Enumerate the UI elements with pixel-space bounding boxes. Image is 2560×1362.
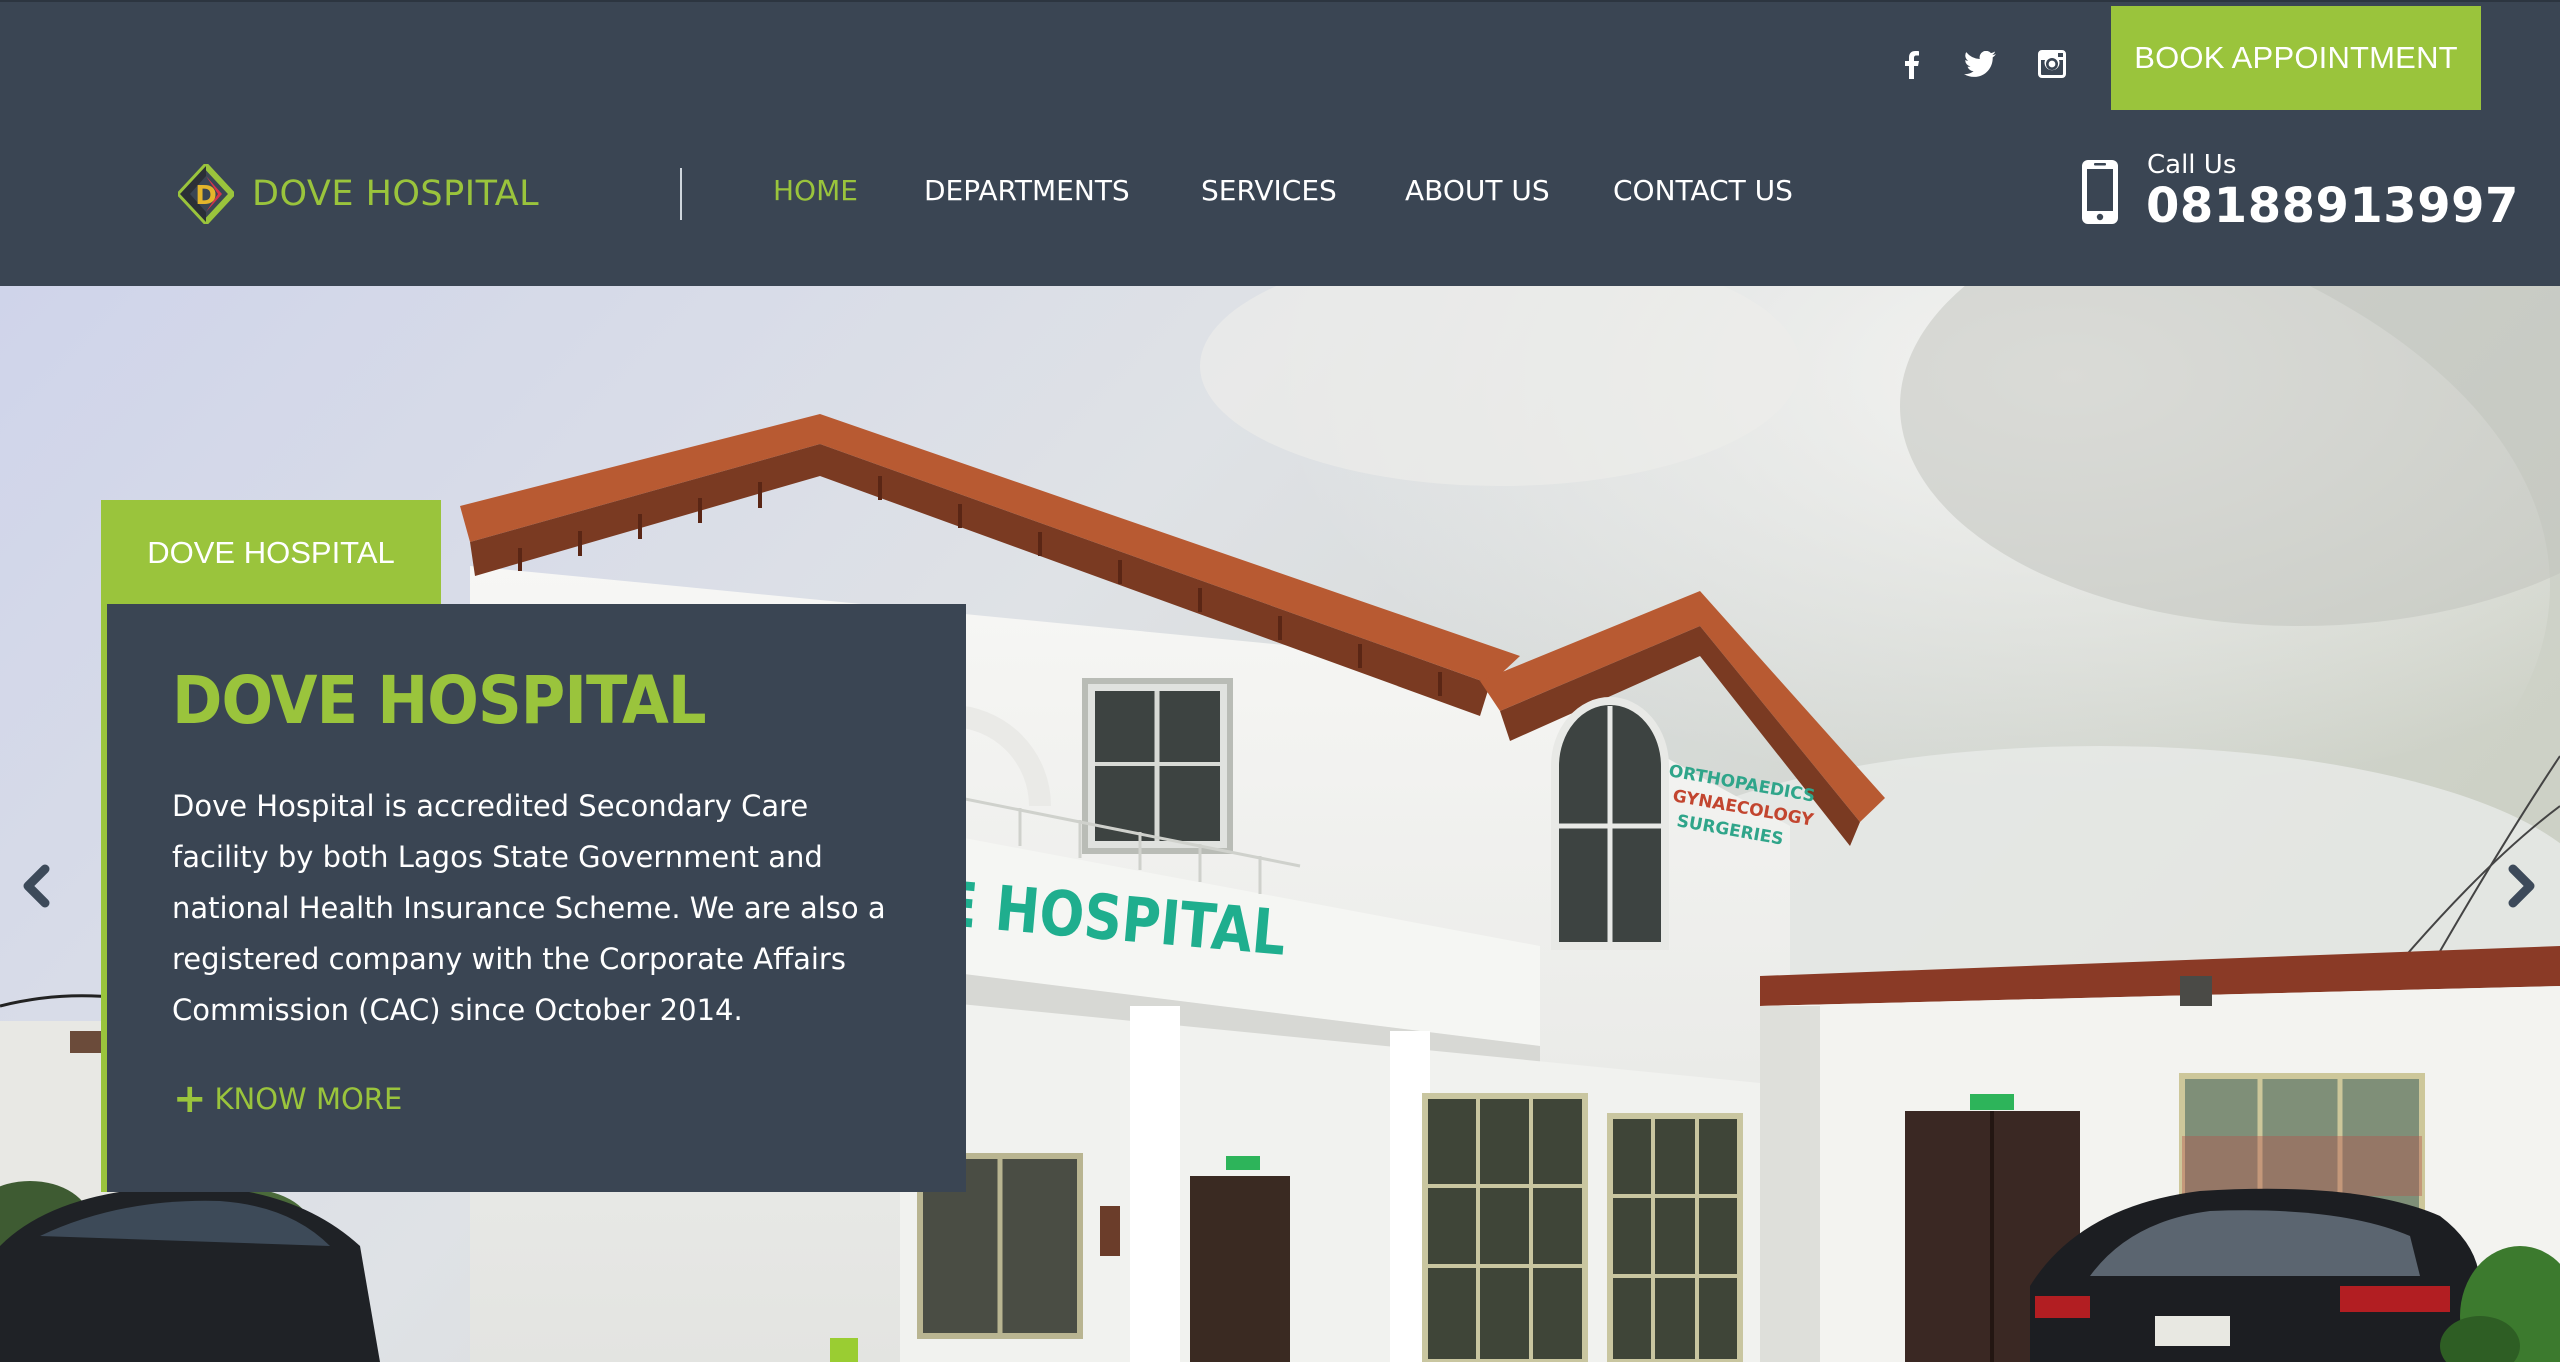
nav-item-about-us[interactable]: ABOUT US (1405, 174, 1550, 207)
site-header: BOOK APPOINTMENT D DOVE HOSPITAL HOME DE… (0, 0, 2560, 286)
slide-title: DOVE HOSPITAL (172, 662, 707, 739)
know-more-link[interactable]: + KNOW MORE (173, 1076, 403, 1122)
instagram-icon[interactable] (2030, 42, 2074, 86)
nav-item-services[interactable]: SERVICES (1201, 174, 1337, 207)
plus-icon: + (173, 1076, 207, 1122)
header-divider (680, 168, 682, 220)
svg-text:D: D (195, 181, 217, 211)
nav-item-home[interactable]: HOME (773, 174, 858, 207)
phone-icon (2082, 160, 2118, 224)
logo[interactable]: D DOVE HOSPITAL (178, 164, 539, 224)
slider-prev-button[interactable] (16, 858, 56, 914)
slide-caption-card: DOVE HOSPITAL Dove Hospital is accredite… (101, 604, 966, 1192)
book-appointment-button[interactable]: BOOK APPOINTMENT (2111, 6, 2481, 110)
call-number[interactable]: 08188913997 (2146, 178, 2519, 234)
know-more-label: KNOW MORE (214, 1082, 403, 1116)
facebook-icon[interactable] (1889, 42, 1933, 86)
dove-logo-icon: D (178, 164, 234, 224)
call-us-label: Call Us (2147, 150, 2237, 180)
brand-name: DOVE HOSPITAL (252, 174, 540, 214)
slide-tag: DOVE HOSPITAL (101, 500, 441, 606)
slider-next-button[interactable] (2502, 858, 2542, 914)
hero-slider: ORTHOPAEDICS GYNAECOLOGY SURGERIES DOVE … (0, 286, 2560, 1362)
slide-description: Dove Hospital is accredited Secondary Ca… (172, 789, 886, 1027)
twitter-icon[interactable] (1958, 42, 2002, 86)
nav-item-contact-us[interactable]: CONTACT US (1613, 174, 1793, 207)
nav-item-departments[interactable]: DEPARTMENTS (924, 174, 1130, 207)
